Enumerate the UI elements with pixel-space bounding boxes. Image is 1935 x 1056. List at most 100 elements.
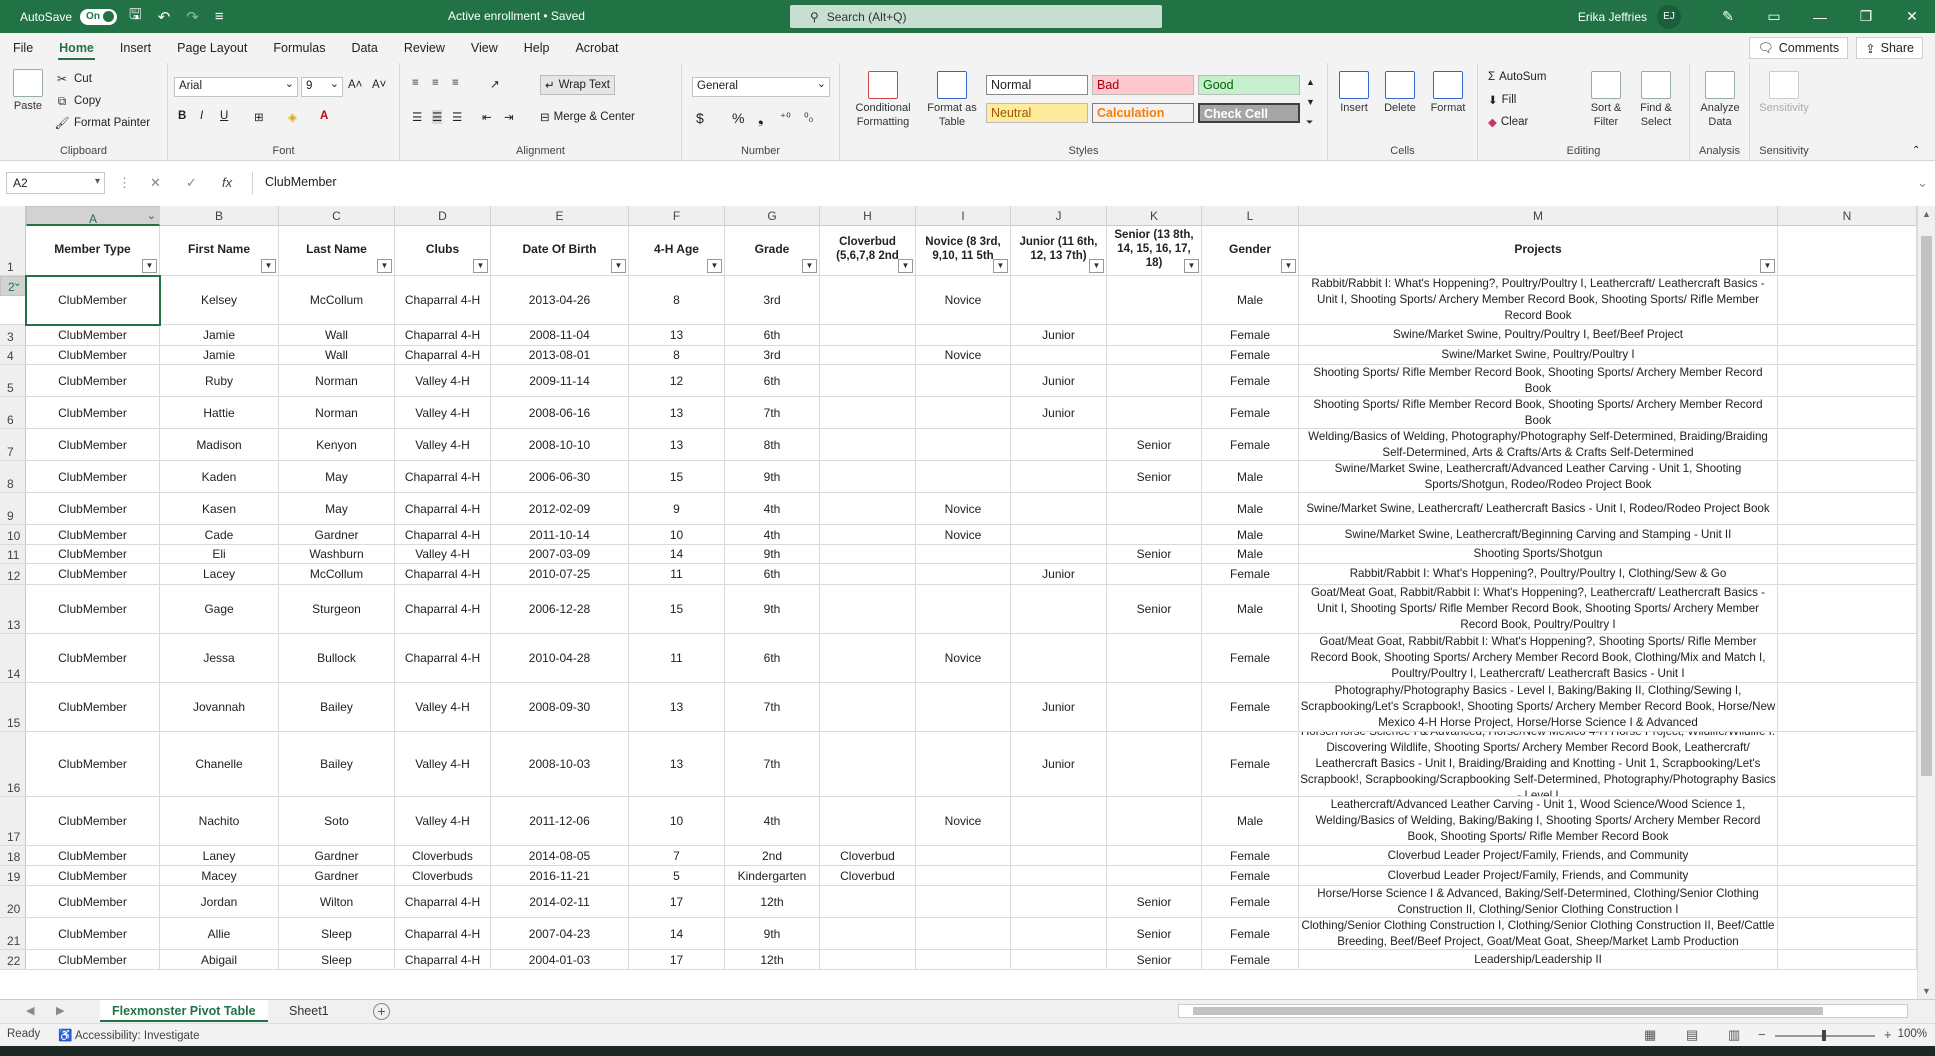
fill-color-icon[interactable]: ◈ <box>288 110 297 124</box>
filter-dropdown-icon[interactable]: ▼ <box>611 259 626 273</box>
styles-scroll-up-icon[interactable]: ▲ <box>1306 77 1315 87</box>
column-title[interactable]: First Name ▼ <box>160 226 279 275</box>
accessibility-status[interactable]: ♿ Accessibility: Investigate <box>58 1028 200 1042</box>
font-color-icon[interactable]: A <box>320 110 328 122</box>
cell[interactable]: Male <box>1202 585 1299 633</box>
cell[interactable] <box>1778 493 1917 524</box>
cell[interactable]: 2008-10-10 <box>491 429 629 460</box>
redo-icon[interactable]: ↷ <box>182 8 203 26</box>
cell[interactable]: Valley 4-H <box>395 683 491 731</box>
cell[interactable]: Bullock <box>279 634 395 682</box>
cell[interactable]: Female <box>1202 866 1299 885</box>
cell[interactable] <box>1011 429 1107 460</box>
function-icon[interactable]: fx <box>222 175 232 190</box>
row-header[interactable]: 4 <box>0 346 26 364</box>
cell[interactable]: 7th <box>725 732 820 796</box>
cell[interactable]: 9th <box>725 461 820 492</box>
cell[interactable]: Jamie <box>160 346 279 364</box>
save-icon[interactable]: 🖫 <box>125 4 146 29</box>
row-header[interactable]: 3 <box>0 325 26 345</box>
cell[interactable] <box>1107 564 1202 584</box>
cell[interactable] <box>820 461 916 492</box>
cell[interactable]: Photography/Photography Basics - Level I… <box>1299 683 1778 731</box>
insert-cells-button[interactable]: Insert <box>1334 71 1374 115</box>
cell[interactable]: 13 <box>629 732 725 796</box>
cell[interactable] <box>820 683 916 731</box>
cell[interactable]: 13 <box>629 683 725 731</box>
row-header[interactable]: 21 <box>0 918 26 949</box>
cell[interactable]: Lacey <box>160 564 279 584</box>
align-right-icon[interactable]: ☰ <box>452 110 462 124</box>
sheet-tab-sheet1[interactable]: Sheet1 <box>277 1000 341 1022</box>
cell[interactable]: ClubMember <box>26 886 160 917</box>
sort-filter-button[interactable]: Sort & Filter <box>1584 71 1628 129</box>
zoom-slider-thumb[interactable] <box>1822 1030 1826 1041</box>
cell[interactable] <box>1778 461 1917 492</box>
cell[interactable]: 4th <box>725 797 820 845</box>
cell[interactable]: Cloverbud Leader Project/Family, Friends… <box>1299 866 1778 885</box>
name-box[interactable]: A2 <box>6 172 105 194</box>
add-sheet-icon[interactable]: + <box>373 1003 390 1020</box>
cell[interactable]: Female <box>1202 918 1299 949</box>
cell[interactable]: Laney <box>160 846 279 865</box>
increase-indent-icon[interactable]: ⇥ <box>504 110 514 124</box>
cell[interactable]: Novice <box>916 493 1011 524</box>
column-title[interactable]: Member Type ▼ <box>26 226 160 275</box>
column-title[interactable]: Gender ▼ <box>1202 226 1299 275</box>
style-calculation[interactable]: Calculation <box>1092 103 1194 123</box>
column-header-h[interactable]: H <box>820 206 916 226</box>
cell[interactable]: 6th <box>725 365 820 396</box>
page-layout-view-icon[interactable]: ▤ <box>1686 1027 1698 1043</box>
cell[interactable]: Senior <box>1107 429 1202 460</box>
column-header-d[interactable]: D <box>395 206 491 226</box>
cell[interactable] <box>916 564 1011 584</box>
bold-icon[interactable]: B <box>178 110 186 122</box>
cell[interactable] <box>1011 346 1107 364</box>
cell[interactable]: Cloverbud <box>820 866 916 885</box>
filter-dropdown-icon[interactable]: ▼ <box>707 259 722 273</box>
select-all-corner[interactable] <box>0 206 26 226</box>
cell[interactable]: Gardner <box>279 846 395 865</box>
vertical-scrollbar[interactable]: ▲ ▼ <box>1917 206 1935 999</box>
cell[interactable] <box>916 918 1011 949</box>
cell[interactable]: ClubMember <box>26 365 160 396</box>
decrease-decimal-icon[interactable]: ⁰₀ <box>804 110 813 124</box>
font-family-select[interactable]: Arial <box>174 77 298 97</box>
cell[interactable]: 2011-10-14 <box>491 525 629 544</box>
cell[interactable]: Bailey <box>279 732 395 796</box>
cell[interactable]: 2010-07-25 <box>491 564 629 584</box>
sensitivity-button[interactable]: Sensitivity <box>1756 71 1812 115</box>
cell[interactable]: Kenyon <box>279 429 395 460</box>
row-header[interactable]: 1 <box>0 226 26 275</box>
filter-dropdown-icon[interactable]: ▼ <box>473 259 488 273</box>
cell[interactable]: Chanelle <box>160 732 279 796</box>
cell[interactable] <box>1778 429 1917 460</box>
cell[interactable]: ClubMember <box>26 846 160 865</box>
column-header-b[interactable]: B <box>160 206 279 226</box>
cell[interactable]: Sleep <box>279 950 395 969</box>
cell[interactable]: Female <box>1202 950 1299 969</box>
autosave-toggle[interactable]: On <box>80 8 117 25</box>
cell[interactable] <box>916 325 1011 345</box>
cell[interactable]: 4th <box>725 525 820 544</box>
cell[interactable]: Valley 4-H <box>395 797 491 845</box>
row-header[interactable]: 12 <box>0 564 26 584</box>
row-header[interactable]: 7 <box>0 429 26 460</box>
cell[interactable]: 14 <box>629 918 725 949</box>
column-header-k[interactable]: K <box>1107 206 1202 226</box>
cell[interactable]: Male <box>1202 797 1299 845</box>
cell[interactable]: 2007-03-09 <box>491 545 629 563</box>
column-header-m[interactable]: M <box>1299 206 1778 226</box>
user-name[interactable]: Erika Jeffries <box>1578 10 1647 24</box>
cell[interactable]: 12th <box>725 950 820 969</box>
cell[interactable]: 10 <box>629 525 725 544</box>
filter-dropdown-icon[interactable]: ▼ <box>142 259 157 273</box>
cell[interactable]: 14 <box>629 545 725 563</box>
cell[interactable]: Shooting Sports/ Rifle Member Record Boo… <box>1299 397 1778 428</box>
cell[interactable]: Jessa <box>160 634 279 682</box>
cell[interactable] <box>916 545 1011 563</box>
cell[interactable]: Chaparral 4-H <box>395 918 491 949</box>
cell[interactable]: Gardner <box>279 866 395 885</box>
document-title[interactable]: Active enrollment • Saved <box>448 9 585 23</box>
cell[interactable] <box>1107 846 1202 865</box>
